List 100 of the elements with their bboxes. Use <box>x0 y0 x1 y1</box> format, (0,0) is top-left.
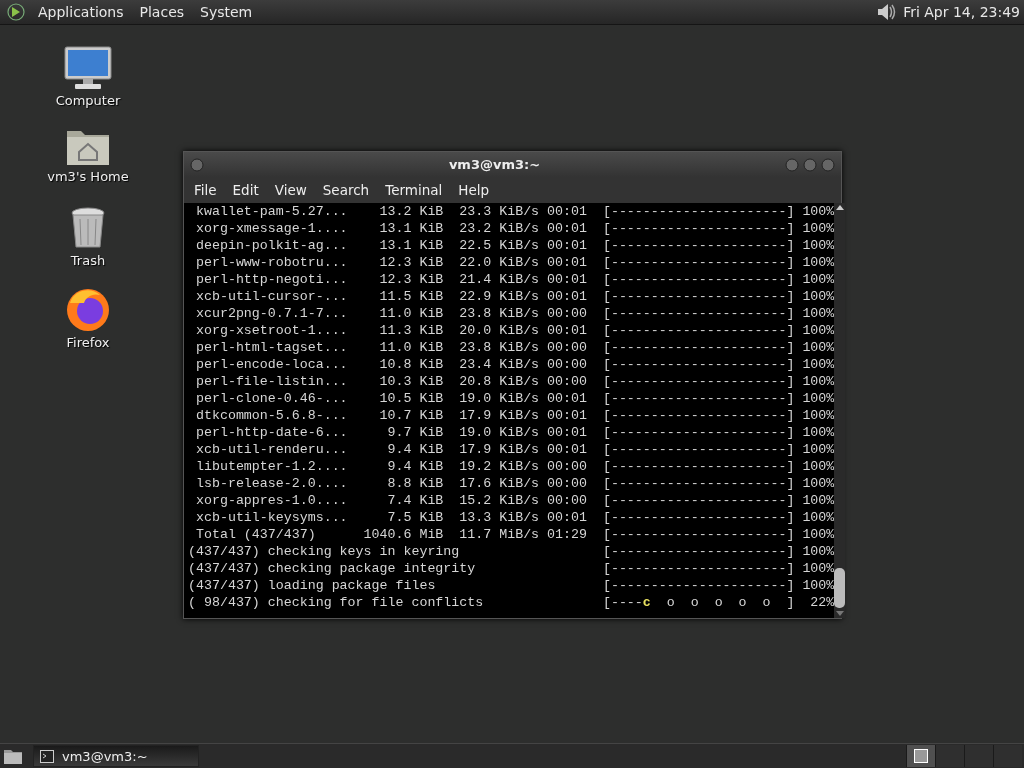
terminal-line: xorg-appres-1.0.... 7.4 KiB 15.2 KiB/s 00:00 <box>194 492 588 509</box>
monitor-icon <box>63 45 113 91</box>
progress-text: [----------------------] <box>602 237 795 254</box>
terminal-line: (437/437) checking package integrity <box>188 560 477 577</box>
terminal-line: xcb-util-keysyms... 7.5 KiB 13.3 KiB/s 00:01 <box>194 509 588 526</box>
distro-logo-icon[interactable] <box>6 2 26 22</box>
progress-text: [----------------------] <box>602 373 795 390</box>
terminal-line: lsb-release-2.0.... 8.8 KiB 17.6 KiB/s 00:00 <box>194 475 588 492</box>
percent: 100% <box>801 339 835 356</box>
trash-icon <box>68 205 108 251</box>
percent: 100% <box>801 475 835 492</box>
terminal-line: ( 98/437) checking for file conflicts <box>188 594 485 611</box>
progress-text: [----------------------] <box>602 271 795 288</box>
terminal-line: perl-clone-0.46-... 10.5 KiB 19.0 KiB/s 00:01 <box>194 390 588 407</box>
desktop-icon-label[interactable]: Firefox <box>66 335 110 350</box>
progress-text: [----------------------] <box>602 339 795 356</box>
menu-item[interactable]: Edit <box>224 182 267 198</box>
terminal-line: perl-encode-loca... 10.8 KiB 23.4 KiB/s 00:00 <box>194 356 588 373</box>
progress-text: [----------------------] <box>602 407 795 424</box>
progress-text: [----------------------] <box>602 322 795 339</box>
progress-text: [----------------------] <box>602 509 795 526</box>
desktop-icon-label[interactable]: Trash <box>70 253 106 268</box>
terminal-line: libutempter-1.2.... 9.4 KiB 19.2 KiB/s 00:00 <box>194 458 588 475</box>
terminal-line: perl-http-negoti... 12.3 KiB 21.4 KiB/s 00:01 <box>194 271 588 288</box>
progress-text: [----------------------] <box>602 560 795 577</box>
percent: 100% <box>801 220 835 237</box>
percent: 100% <box>801 492 835 509</box>
desktop-icon-label[interactable]: Computer <box>55 93 121 108</box>
menu-item[interactable]: Terminal <box>377 182 451 198</box>
percent: 100% <box>801 254 835 271</box>
percent: 100% <box>801 237 835 254</box>
terminal-line: xcb-util-renderu... 9.4 KiB 17.9 KiB/s 00:01 <box>194 441 588 458</box>
window-thumbnail <box>914 749 928 763</box>
scroll-down-icon[interactable] <box>834 610 845 618</box>
progress-text: [----------------------] <box>602 305 795 322</box>
progress-text: [----------------------] <box>602 288 795 305</box>
percent: 100% <box>801 407 835 424</box>
progress-text: [----c o o o o o ] <box>602 594 795 611</box>
scrollbar[interactable] <box>834 203 846 618</box>
taskbar-button[interactable]: vm3@vm3:~ <box>33 745 199 767</box>
terminal-line: perl-html-tagset... 11.0 KiB 23.8 KiB/s 00:00 <box>194 339 588 356</box>
workspace-button[interactable] <box>906 745 935 767</box>
window-menu-button[interactable] <box>190 157 204 172</box>
percent: 100% <box>801 288 835 305</box>
progress-text: [----------------------] <box>602 390 795 407</box>
menu-item[interactable]: View <box>266 182 315 198</box>
terminal-icon <box>40 749 54 763</box>
show-desktop-icon[interactable] <box>3 747 23 765</box>
menu-item[interactable]: File <box>186 182 225 198</box>
terminal-line: xorg-xmessage-1.... 13.1 KiB 23.2 KiB/s 00:01 <box>194 220 588 237</box>
percent: 100% <box>801 560 835 577</box>
menu-item[interactable]: Help <box>450 182 498 198</box>
terminal-line: xcb-util-cursor-... 11.5 KiB 22.9 KiB/s 00:01 <box>194 288 588 305</box>
terminal-line: (437/437) checking keys in keyring <box>188 543 461 560</box>
terminal-line: Total (437/437) 1040.6 MiB 11.7 MiB/s 01:29 <box>194 526 588 543</box>
terminal-line: dtkcommon-5.6.8-... 10.7 KiB 17.9 KiB/s 00:01 <box>194 407 588 424</box>
progress-text: [----------------------] <box>602 441 795 458</box>
percent: 100% <box>801 356 835 373</box>
progress-text: [----------------------] <box>602 356 795 373</box>
terminal-line: kwallet-pam-5.27... 13.2 KiB 23.3 KiB/s 00:01 <box>194 203 588 220</box>
percent: 100% <box>801 526 835 543</box>
percent: 100% <box>801 203 835 220</box>
terminal-line: xcur2png-0.7.1-7... 11.0 KiB 23.8 KiB/s 00:00 <box>194 305 588 322</box>
speaker-icon[interactable] <box>875 1 898 23</box>
percent: 100% <box>801 390 835 407</box>
scrollbar-thumb[interactable] <box>834 568 846 608</box>
percent: 100% <box>801 509 835 526</box>
minimize-button[interactable] <box>785 157 799 172</box>
terminal-line: deepin-polkit-ag... 13.1 KiB 22.5 KiB/s 00:01 <box>194 237 588 254</box>
panel-menu[interactable]: Applications <box>30 4 132 20</box>
percent: 100% <box>801 373 835 390</box>
terminal-line: perl-file-listin... 10.3 KiB 20.8 KiB/s 00:00 <box>194 373 588 390</box>
scroll-up-icon[interactable] <box>834 203 845 211</box>
progress-text: [----------------------] <box>602 254 795 271</box>
progress-text: [----------------------] <box>602 577 795 594</box>
window-title: vm3@vm3:~ <box>447 157 542 172</box>
percent: 100% <box>801 441 835 458</box>
progress-text: [----------------------] <box>602 492 795 509</box>
percent: 100% <box>801 424 835 441</box>
panel-menu[interactable]: Places <box>131 4 193 20</box>
terminal-line: perl-http-date-6... 9.7 KiB 19.0 KiB/s 00:01 <box>194 424 588 441</box>
progress-text: [----------------------] <box>602 220 795 237</box>
menu-item[interactable]: Search <box>314 182 378 198</box>
desktop-icon-label[interactable]: vm3's Home <box>47 169 129 184</box>
percent: 100% <box>801 305 835 322</box>
clock[interactable]: Fri Apr 14, 23:49 <box>897 4 1024 20</box>
progress-text: [----------------------] <box>602 475 795 492</box>
progress-text: [----------------------] <box>602 424 795 441</box>
percent: 100% <box>801 577 835 594</box>
progress-text: [----------------------] <box>602 543 795 560</box>
terminal-line: perl-www-robotru... 12.3 KiB 22.0 KiB/s 00:01 <box>194 254 588 271</box>
terminal-line: xorg-xsetroot-1.... 11.3 KiB 20.0 KiB/s 00:01 <box>194 322 588 339</box>
percent: 100% <box>801 322 835 339</box>
percent: 100% <box>801 543 835 560</box>
panel-menu[interactable]: System <box>192 4 261 20</box>
close-button[interactable] <box>821 157 835 172</box>
percent: 100% <box>801 458 835 475</box>
terminal-line: (437/437) loading package files <box>188 577 437 594</box>
progress-text: [----------------------] <box>602 203 795 220</box>
maximize-button[interactable] <box>803 157 817 172</box>
